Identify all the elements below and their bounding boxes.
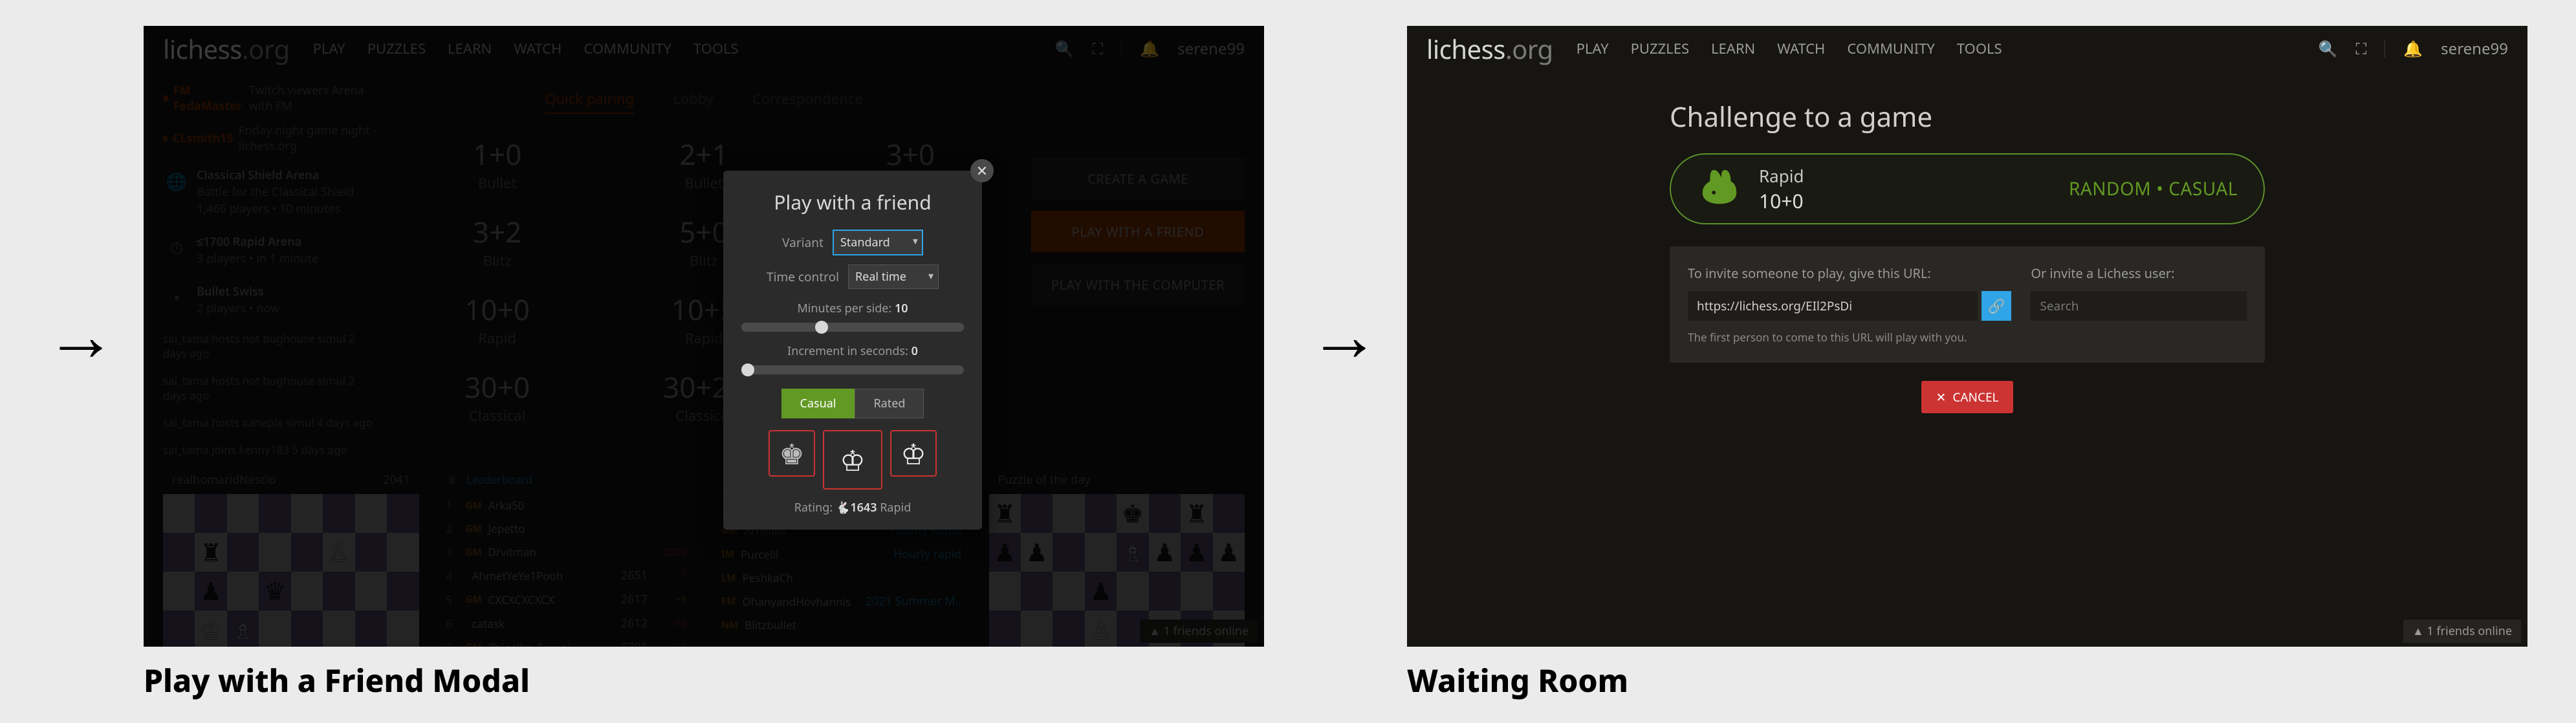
brand-suffix: .org [1505,31,1553,67]
brand-name: lichess [1426,31,1505,67]
color-white-button[interactable]: ♔ [890,430,937,477]
increment-label: Increment in seconds: [787,343,908,359]
nav-tools[interactable]: TOOLS [1957,39,2002,58]
color-black-button[interactable]: ♚ [769,430,815,477]
nav-learn[interactable]: LEARN [1711,39,1755,58]
invite-hint: The first person to come to this URL wil… [1688,330,2011,345]
challenge-tags: RANDOM•CASUAL [2069,177,2238,201]
variant-label: Variant [782,234,824,251]
cancel-button[interactable]: ✕ CANCEL [1921,381,2013,413]
nav-community[interactable]: COMMUNITY [1847,39,1935,58]
challenge-banner: Rapid 10+0 RANDOM•CASUAL [1670,153,2265,224]
or-invite-label: Or invite a Lichess user: [2031,264,2247,282]
user-search-input[interactable] [2031,291,2247,321]
increment-slider[interactable] [741,365,964,374]
caption-modal: Play with a Friend Modal [144,660,530,702]
speed-name: Rapid [1759,164,1804,188]
rabbit-icon [1697,166,1742,211]
casual-button[interactable]: Casual [781,389,855,418]
minutes-label: Minutes per side: [797,301,891,316]
close-icon[interactable]: ✕ [970,159,994,182]
nav-watch[interactable]: WATCH [1777,39,1825,58]
caption-waiting: Waiting Room [1407,660,1628,702]
cancel-label: CANCEL [1952,389,1998,405]
main-nav: PLAY PUZZLES LEARN WATCH COMMUNITY TOOLS [1577,39,2002,58]
challenge-body: To invite someone to play, give this URL… [1670,246,2265,363]
modal-title: Play with a friend [741,189,964,215]
topbar: lichess.org PLAY PUZZLES LEARN WATCH COM… [1407,26,2527,71]
increment-value: 0 [911,343,918,359]
time-control: 10+0 [1759,188,1804,214]
nav-puzzles[interactable]: PUZZLES [1631,39,1689,58]
color-picker: ♚ ♔ ♔ [741,430,964,490]
fullscreen-icon[interactable]: ⛶ [2355,38,2366,59]
variant-select[interactable]: Standard [833,230,923,255]
rating-line: Rating: 🐇1643 Rapid [741,500,964,515]
rated-button[interactable]: Rated [855,389,924,418]
copy-url-button[interactable]: 🔗 [1981,291,2011,321]
screenshot-play-modal: lichess.org PLAY PUZZLES LEARN WATCH COM… [144,26,1264,647]
flow-arrow-1: → [45,285,116,382]
play-friend-modal: ✕ Play with a friend Variant Standard Ti… [723,171,982,530]
topbar-right: 🔍 ⛶ 🔔 serene99 [2319,38,2508,59]
challenge-url-input[interactable] [1688,291,1978,321]
minutes-value: 10 [895,301,908,316]
search-icon[interactable]: 🔍 [2319,38,2338,59]
friends-online[interactable]: ▲ 1 friends online [2403,620,2521,643]
invite-label: To invite someone to play, give this URL… [1688,264,2011,282]
challenge-page: Challenge to a game Rapid 10+0 RANDOM•CA… [1407,71,2527,647]
minutes-slider[interactable] [741,323,964,332]
brand[interactable]: lichess.org [1426,31,1553,67]
nav-play[interactable]: PLAY [1577,39,1609,58]
rabbit-icon: 🐇 [836,500,850,515]
link-icon: 🔗 [1988,296,2005,316]
color-random-button[interactable]: ♔ [823,430,882,490]
flow-arrow-2: → [1309,285,1380,382]
close-icon: ✕ [1936,389,1946,405]
username[interactable]: serene99 [2441,38,2508,59]
mode-toggle: Casual Rated [741,389,964,418]
timecontrol-label: Time control [767,268,839,285]
page-title: Challenge to a game [1670,98,2265,135]
modal-backdrop[interactable] [144,26,1264,647]
screenshot-waiting-room: lichess.org PLAY PUZZLES LEARN WATCH COM… [1407,26,2527,647]
bell-icon[interactable]: 🔔 [2403,38,2423,59]
timecontrol-select[interactable]: Real time [848,264,939,289]
